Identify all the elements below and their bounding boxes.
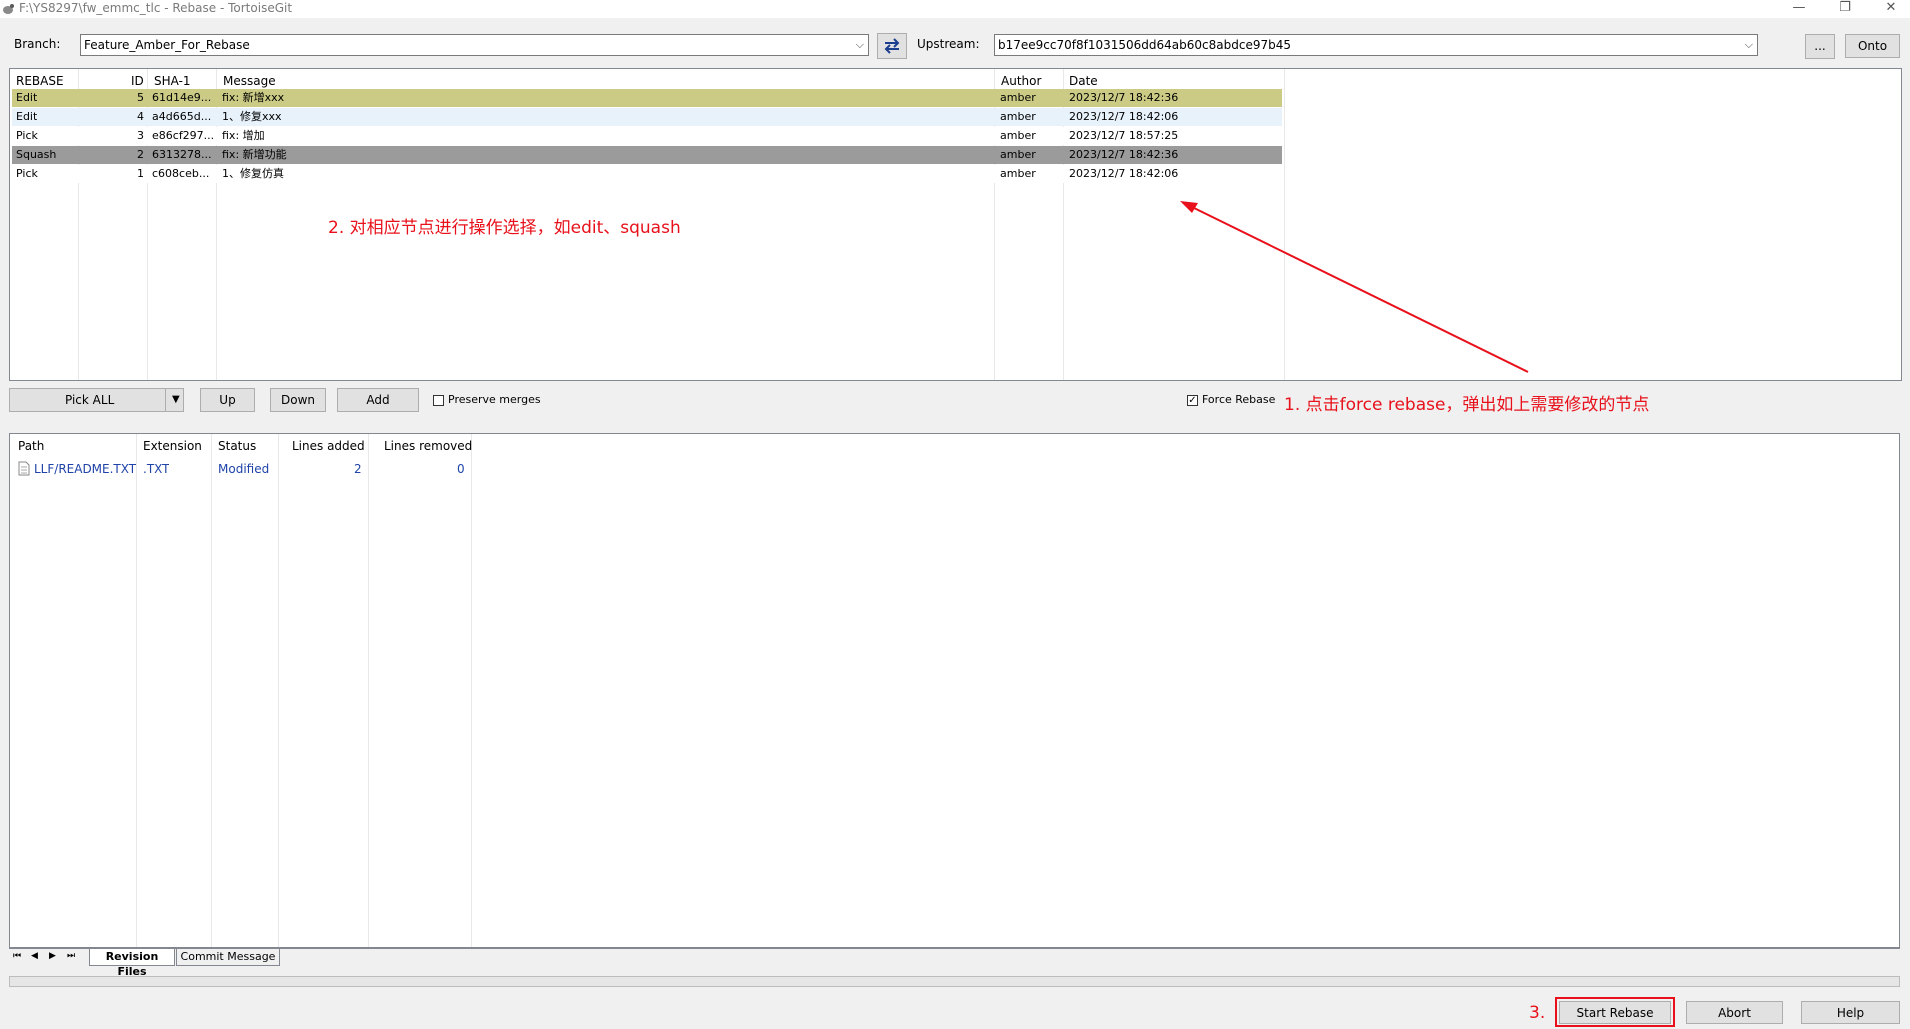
column-header-status[interactable]: Status	[218, 439, 256, 453]
preserve-merges-checkbox[interactable]	[433, 395, 444, 406]
commit-sha: c608ceb...	[152, 167, 210, 180]
first-tab-icon[interactable]: ⏮	[13, 951, 21, 961]
column-header-date[interactable]: Date	[1069, 74, 1098, 88]
commit-author: amber	[1000, 110, 1036, 123]
force-rebase-checkbox[interactable]: ✓	[1187, 395, 1198, 406]
column-header-lines-added[interactable]: Lines added	[292, 439, 365, 453]
commit-date: 2023/12/7 18:57:25	[1069, 129, 1179, 142]
browse-upstream-button[interactable]: ...	[1805, 34, 1835, 59]
commit-id: 3	[137, 129, 144, 142]
commit-sha: e86cf297...	[152, 129, 215, 142]
annotation-arrow	[1180, 201, 1529, 373]
column-header-message[interactable]: Message	[223, 74, 276, 88]
previous-tab-icon[interactable]: ◀	[31, 951, 38, 961]
start-rebase-button[interactable]: Start Rebase	[1559, 1001, 1671, 1024]
close-button[interactable]: ✕	[1868, 0, 1910, 18]
commit-id: 5	[137, 91, 144, 104]
commit-row[interactable]: Edit 4 a4d665d... 1、修复xxx amber 2023/12/7 18:…	[12, 108, 1282, 126]
commit-sha: 61d14e9...	[152, 91, 212, 104]
upstream-value: b17ee9cc70f8f1031506dd64ab60c8abdce97b45	[998, 38, 1291, 52]
chevron-down-icon: ⌵	[855, 38, 864, 51]
annotation-step1: 1. 点击force rebase，弹出如上需要修改的节点	[1284, 395, 1650, 415]
commit-id: 4	[137, 110, 144, 123]
tab-commit-message[interactable]: Commit Message	[176, 949, 280, 966]
preserve-merges-label: Preserve merges	[448, 393, 541, 406]
file-lines-removed: 0	[457, 462, 465, 476]
add-button[interactable]: Add	[337, 388, 419, 412]
branch-combo[interactable]: Feature_Amber_For_Rebase ⌵	[80, 34, 869, 56]
help-button[interactable]: Help	[1801, 1001, 1900, 1024]
chevron-down-icon: ⌵	[1744, 38, 1753, 51]
file-status: Modified	[218, 462, 270, 476]
commit-message: fix: 新增功能	[222, 148, 287, 161]
pick-all-split-button[interactable]: Pick ALL ▼	[9, 388, 184, 412]
commit-author: amber	[1000, 148, 1036, 161]
dropdown-arrow-icon[interactable]: ▼	[172, 389, 180, 411]
commit-date: 2023/12/7 18:42:36	[1069, 148, 1179, 161]
commit-date: 2023/12/7 18:42:06	[1069, 110, 1179, 123]
commit-message: 1、修复仿真	[222, 167, 284, 180]
minimize-button[interactable]: —	[1776, 0, 1822, 18]
commit-author: amber	[1000, 91, 1036, 104]
commit-message: fix: 增加	[222, 129, 265, 142]
commit-date: 2023/12/7 18:42:06	[1069, 167, 1179, 180]
onto-button[interactable]: Onto	[1845, 34, 1900, 58]
swap-branches-button[interactable]	[877, 33, 907, 59]
commit-date: 2023/12/7 18:42:36	[1069, 91, 1179, 104]
restore-button[interactable]: ❐	[1822, 0, 1868, 18]
file-lines-added: 2	[354, 462, 362, 476]
commit-row[interactable]: Pick 3 e86cf297... fix: 增加 amber 2023/12/7 18…	[12, 127, 1282, 145]
upstream-label: Upstream:	[917, 37, 980, 51]
annotation-step3: 3.	[1529, 1003, 1546, 1023]
column-header-extension[interactable]: Extension	[143, 439, 202, 453]
column-header-author[interactable]: Author	[1001, 74, 1041, 88]
commit-message: 1、修复xxx	[222, 110, 282, 123]
tortoisegit-logo-icon	[3, 4, 14, 14]
last-tab-icon[interactable]: ⏭	[67, 951, 75, 961]
tab-strip: ⏮ ◀ ▶ ⏭ Revision Files Commit Message	[9, 948, 1900, 978]
window-title: F:\YS8297\fw_emmc_tlc - Rebase - Tortois…	[19, 1, 293, 15]
abort-button[interactable]: Abort	[1686, 1001, 1783, 1024]
upstream-combo[interactable]: b17ee9cc70f8f1031506dd64ab60c8abdce97b45…	[994, 34, 1758, 56]
file-extension: .TXT	[143, 462, 170, 476]
commit-author: amber	[1000, 129, 1036, 142]
column-header-path[interactable]: Path	[18, 439, 44, 453]
commit-id: 1	[137, 167, 144, 180]
down-button[interactable]: Down	[270, 388, 326, 412]
column-header-rebase[interactable]: REBASE	[16, 74, 64, 88]
force-rebase-label: Force Rebase	[1202, 393, 1276, 406]
column-header-id[interactable]: ID	[131, 74, 144, 88]
commit-id: 2	[137, 148, 144, 161]
commit-row[interactable]: Pick 1 c608ceb... 1、修复仿真 amber 2023/12/7 18:4…	[12, 165, 1282, 183]
commit-sha: a4d665d...	[152, 110, 212, 123]
branch-value: Feature_Amber_For_Rebase	[84, 38, 250, 52]
file-path: LLF/README.TXT	[34, 462, 137, 476]
up-button[interactable]: Up	[200, 388, 255, 412]
commit-row[interactable]: Edit 5 61d14e9... fix: 新增xxx amber 2023/12/7 …	[12, 89, 1282, 107]
revision-files-list[interactable]: Path Extension Status Lines added Lines …	[9, 433, 1900, 948]
next-tab-icon[interactable]: ▶	[49, 951, 56, 961]
branch-label: Branch:	[14, 37, 61, 51]
text-file-icon	[18, 461, 30, 476]
progress-bar	[9, 976, 1900, 987]
file-row[interactable]: LLF/README.TXT .TXT Modified 2 0	[10, 460, 480, 478]
swap-arrows-icon	[884, 38, 900, 54]
pick-all-label: Pick ALL	[65, 393, 115, 407]
annotation-step2: 2. 对相应节点进行操作选择，如edit、squash	[328, 218, 681, 238]
commit-sha: 6313278...	[152, 148, 212, 161]
column-header-sha[interactable]: SHA-1	[154, 74, 191, 88]
commit-author: amber	[1000, 167, 1036, 180]
rebase-commit-list[interactable]: REBASE ID SHA-1 Message Author Date Edit…	[9, 68, 1902, 381]
column-header-lines-removed[interactable]: Lines removed	[384, 439, 472, 453]
commit-message: fix: 新增xxx	[222, 91, 285, 104]
tab-revision-files[interactable]: Revision Files	[89, 949, 175, 978]
title-bar: F:\YS8297\fw_emmc_tlc - Rebase - Tortois…	[0, 0, 1910, 18]
commit-row[interactable]: Squash 2 6313278... fix: 新增功能 amber 2023/12/7…	[12, 146, 1282, 164]
